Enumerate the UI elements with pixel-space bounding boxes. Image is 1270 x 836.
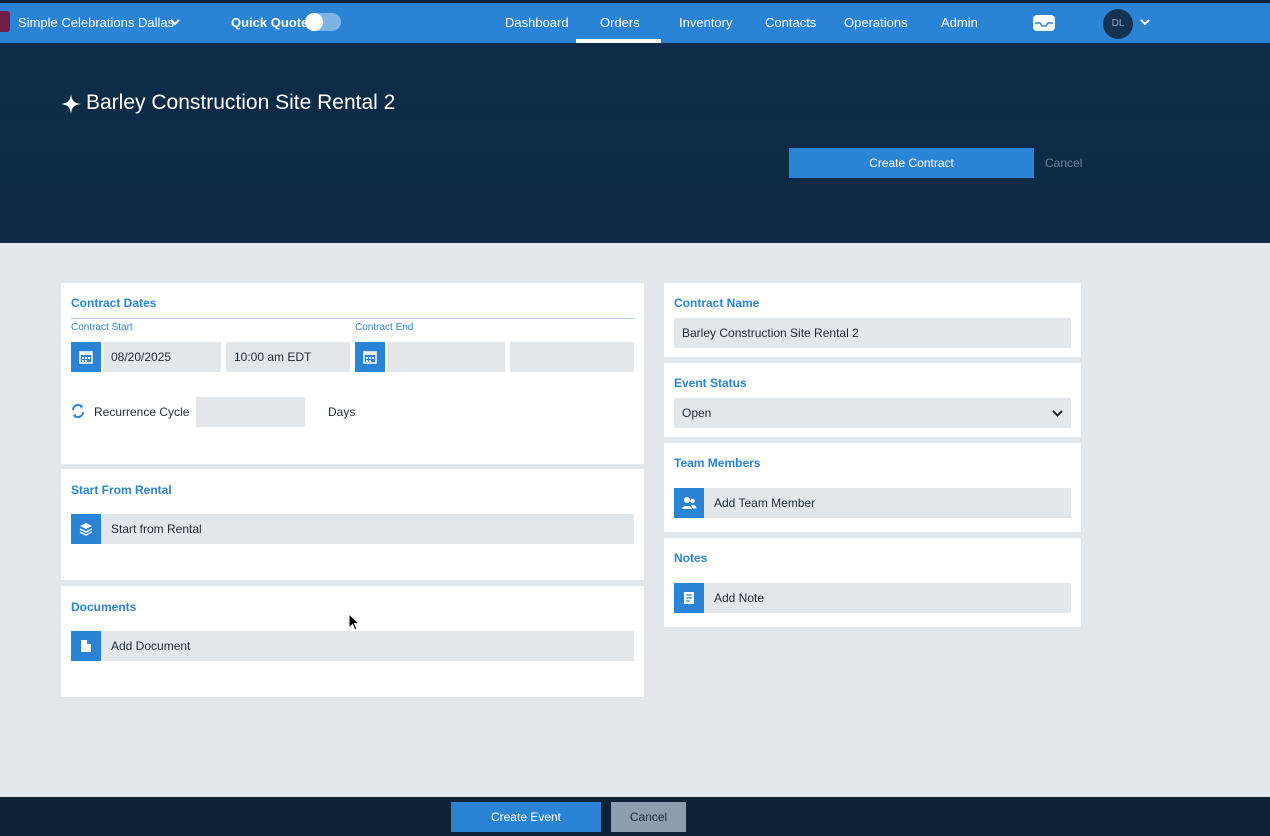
- page-header: Barley Construction Site Rental 2 Create…: [0, 43, 1270, 243]
- add-team-member-icon-button[interactable]: [674, 488, 704, 518]
- start-date-input[interactable]: 08/20/2025: [103, 342, 221, 372]
- end-date-input[interactable]: [387, 342, 505, 372]
- recurrence-cycle-input[interactable]: [196, 397, 305, 427]
- cancel-button[interactable]: Cancel: [611, 802, 686, 832]
- event-status-value: Open: [682, 406, 712, 420]
- chevron-down-icon[interactable]: [170, 17, 180, 27]
- recurrence-unit-label: Days: [328, 405, 356, 419]
- end-time-input[interactable]: [510, 342, 634, 372]
- avatar[interactable]: DL: [1103, 9, 1133, 39]
- add-note-icon-button[interactable]: [674, 583, 704, 613]
- chevron-down-icon: [1052, 410, 1063, 417]
- recurrence-icon: [72, 404, 84, 418]
- header-cancel-link[interactable]: Cancel: [1045, 156, 1082, 170]
- start-from-rental-button[interactable]: Start from Rental: [101, 514, 634, 544]
- event-status-select[interactable]: Open: [674, 398, 1071, 428]
- contract-dates-title: Contract Dates: [71, 296, 157, 310]
- add-note-button[interactable]: Add Note: [704, 583, 1071, 613]
- notes-title: Notes: [674, 551, 708, 565]
- event-status-title: Event Status: [674, 376, 747, 390]
- document-icon: [81, 640, 91, 652]
- nav-dashboard[interactable]: Dashboard: [505, 15, 569, 30]
- chevron-down-icon[interactable]: [1140, 17, 1150, 27]
- top-nav-bar: Simple Celebrations Dallas Quick Quote D…: [0, 0, 1270, 43]
- contract-name-panel: Contract Name Barley Construction Site R…: [664, 283, 1081, 357]
- contract-end-label: Contract End: [355, 322, 414, 333]
- page-title: Barley Construction Site Rental 2: [86, 91, 396, 114]
- nav-operations[interactable]: Operations: [844, 15, 908, 30]
- recurrence-cycle-label: Recurrence Cycle: [94, 405, 190, 419]
- create-event-button[interactable]: Create Event: [451, 802, 601, 832]
- contract-dates-panel: Contract Dates Contract Start Contract E…: [61, 283, 644, 464]
- add-team-member-button[interactable]: Add Team Member: [704, 488, 1071, 518]
- notes-panel: Notes Add Note: [664, 538, 1081, 627]
- layers-icon: [79, 523, 93, 536]
- business-name[interactable]: Simple Celebrations Dallas: [18, 15, 174, 30]
- contract-name-input[interactable]: Barley Construction Site Rental 2: [674, 318, 1071, 348]
- divider: [71, 318, 634, 319]
- end-date-calendar-button[interactable]: [355, 342, 385, 372]
- start-from-rental-icon-button[interactable]: [71, 514, 101, 544]
- documents-title: Documents: [71, 600, 137, 614]
- nav-contacts[interactable]: Contacts: [765, 15, 816, 30]
- start-from-rental-title: Start From Rental: [71, 483, 172, 497]
- start-date-calendar-button[interactable]: [71, 342, 101, 372]
- sparkle-icon: [61, 94, 81, 114]
- create-contract-button[interactable]: Create Contract: [789, 148, 1034, 178]
- note-icon: [684, 592, 694, 604]
- calendar-icon: [363, 351, 377, 364]
- quick-quote-toggle[interactable]: [305, 13, 341, 31]
- contract-start-label: Contract Start: [71, 322, 133, 333]
- contract-name-title: Contract Name: [674, 296, 760, 310]
- start-time-input[interactable]: 10:00 am EDT: [226, 342, 350, 372]
- users-icon: [682, 497, 697, 509]
- calendar-icon: [79, 351, 93, 364]
- team-members-title: Team Members: [674, 456, 761, 470]
- add-document-button[interactable]: Add Document: [101, 631, 634, 661]
- footer-action-bar: Create Event Cancel: [0, 797, 1270, 836]
- event-status-panel: Event Status Open: [664, 363, 1081, 437]
- team-members-panel: Team Members Add Team Member: [664, 443, 1081, 532]
- add-document-icon-button[interactable]: [71, 631, 101, 661]
- nav-orders[interactable]: Orders: [600, 15, 640, 30]
- inbox-icon[interactable]: [1032, 14, 1056, 32]
- nav-inventory[interactable]: Inventory: [679, 15, 732, 30]
- toggle-knob: [305, 13, 323, 31]
- nav-admin[interactable]: Admin: [941, 15, 978, 30]
- start-from-rental-panel: Start From Rental Start from Rental: [61, 469, 644, 580]
- documents-panel: Documents Add Document: [61, 586, 644, 697]
- mouse-cursor-icon: [348, 613, 360, 631]
- quick-quote-label: Quick Quote: [231, 15, 309, 30]
- brand-logo: [0, 11, 10, 32]
